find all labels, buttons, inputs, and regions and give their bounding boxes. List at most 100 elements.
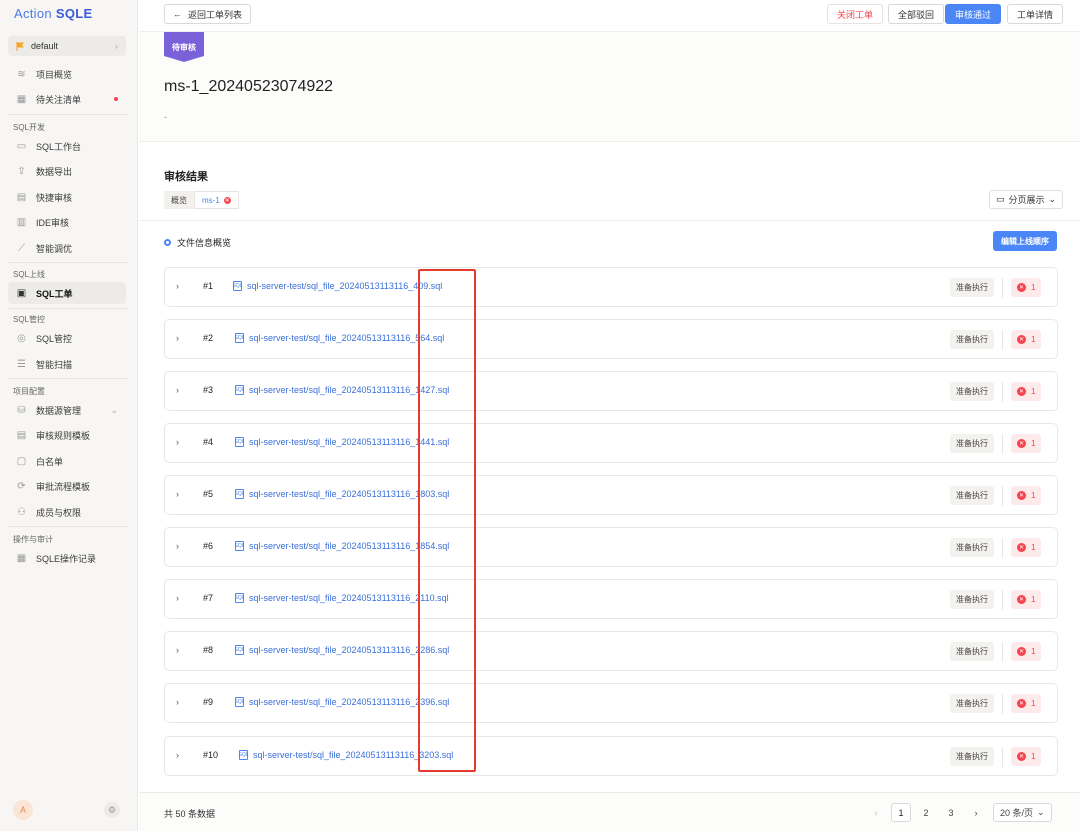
- table-row[interactable]: › #5 SQL sql-server-test/sql_file_202405131…: [164, 475, 1058, 515]
- error-count-badge[interactable]: ✕ 1: [1011, 382, 1042, 401]
- sidebar-item-sql-control[interactable]: ◎ SQL管控: [8, 327, 126, 349]
- error-x-icon: ✕: [1017, 491, 1026, 500]
- chevron-right-icon[interactable]: ›: [176, 697, 179, 707]
- sidebar-item-sql-workorder[interactable]: ▣ SQL工单: [8, 282, 126, 304]
- reject-all-button[interactable]: 全部驳回: [888, 4, 945, 24]
- sidebar-item-watchlist[interactable]: ▦ 待关注清单: [8, 88, 126, 110]
- table-row[interactable]: › #8 SQL sql-server-test/sql_file_202405131…: [164, 631, 1058, 671]
- status-badge: 准备执行: [950, 434, 994, 453]
- divider: [1002, 642, 1003, 662]
- row-number: #3: [203, 385, 214, 395]
- divider: [8, 526, 128, 527]
- sql-file-icon: SQL: [234, 697, 245, 707]
- error-count-badge[interactable]: ✕ 1: [1011, 747, 1042, 766]
- sidebar-item-whitelist[interactable]: ▢ 白名单: [8, 450, 126, 472]
- approve-button[interactable]: 审核通过: [945, 4, 1002, 24]
- chevron-right-icon[interactable]: ›: [176, 541, 179, 551]
- chevron-right-icon[interactable]: ›: [176, 385, 179, 395]
- app-logo[interactable]: Action SQLE: [14, 6, 92, 21]
- page-2-button[interactable]: 2: [916, 803, 936, 822]
- table-row[interactable]: › #2 SQL sql-server-test/sql_file_202405131…: [164, 319, 1058, 359]
- grid-icon: ▥: [16, 216, 27, 228]
- project-selector[interactable]: default ›: [8, 36, 126, 56]
- status-badge: 准备执行: [950, 694, 994, 713]
- chevron-right-icon[interactable]: ›: [176, 333, 179, 343]
- result-tabs: 概览 ms-1 ✕: [164, 191, 239, 209]
- sql-file-icon: SQL: [234, 541, 245, 551]
- error-x-icon: ✕: [1017, 439, 1026, 448]
- error-count-badge[interactable]: ✕ 1: [1011, 330, 1042, 349]
- error-count-badge[interactable]: ✕ 1: [1011, 538, 1042, 557]
- sidebar-item-data-export[interactable]: ⇪ 数据导出: [8, 160, 126, 182]
- close-workorder-button[interactable]: 关闭工单: [827, 4, 884, 24]
- divider: [1002, 590, 1003, 610]
- sidebar-item-quick-audit[interactable]: ▤ 快捷审核: [8, 186, 126, 208]
- divider: [139, 220, 1080, 221]
- avatar[interactable]: A: [13, 800, 33, 820]
- highlight-box: [418, 269, 476, 772]
- status-badge: 准备执行: [950, 642, 994, 661]
- error-count-badge[interactable]: ✕ 1: [1011, 486, 1042, 505]
- sidebar-item-datasource[interactable]: ⛁ 数据源管理 ⌄: [8, 399, 126, 421]
- workorder-detail-button[interactable]: 工单详情: [1007, 4, 1064, 24]
- chevron-right-icon[interactable]: ›: [176, 437, 179, 447]
- error-count-badge[interactable]: ✕ 1: [1011, 694, 1042, 713]
- divider: [1002, 538, 1003, 558]
- divider: [1002, 382, 1003, 402]
- sidebar-item-sql-workbench[interactable]: ▭ SQL工作台: [8, 135, 126, 157]
- file-link[interactable]: SQL sql-server-test/sql_file_202405131131…: [233, 281, 442, 291]
- back-to-list-button[interactable]: ← 返回工单列表: [164, 4, 252, 24]
- error-count-badge[interactable]: ✕ 1: [1011, 590, 1042, 609]
- sql-file-icon: SQL: [234, 593, 245, 603]
- error-count-badge[interactable]: ✕ 1: [1011, 434, 1042, 453]
- file-link[interactable]: SQL sql-server-test/sql_file_202405131131…: [235, 593, 449, 603]
- paging-mode-select[interactable]: ▭ 分页展示 ⌄: [989, 190, 1064, 209]
- page-3-button[interactable]: 3: [941, 803, 961, 822]
- table-row[interactable]: › #9 SQL sql-server-test/sql_file_202405131…: [164, 683, 1058, 723]
- chevron-right-icon[interactable]: ›: [176, 645, 179, 655]
- page-1-button[interactable]: 1: [891, 803, 911, 822]
- table-row[interactable]: › #7 SQL sql-server-test/sql_file_202405131…: [164, 579, 1058, 619]
- table-row[interactable]: › #4 SQL sql-server-test/sql_file_202405131…: [164, 423, 1058, 463]
- chevron-right-icon[interactable]: ›: [176, 750, 179, 760]
- sidebar-item-members[interactable]: ⚇ 成员与权限: [8, 501, 126, 523]
- table-row[interactable]: › #3 SQL sql-server-test/sql_file_202405131…: [164, 371, 1058, 411]
- gear-icon[interactable]: ⚙: [104, 802, 120, 818]
- edit-release-order-button[interactable]: 编辑上线顺序: [993, 231, 1057, 251]
- sql-file-icon: SQL: [234, 489, 245, 499]
- sidebar-item-op-log[interactable]: ▦ SQLE操作记录: [8, 547, 126, 569]
- row-number: #1: [203, 281, 214, 291]
- next-page-button[interactable]: ›: [966, 803, 986, 822]
- page-size-select[interactable]: 20 条/页 ⌄: [993, 803, 1052, 822]
- tab-overview[interactable]: 概览: [164, 191, 194, 209]
- flag-icon: [16, 41, 25, 51]
- table-row[interactable]: › #1 SQL sql-server-test/sql_file_202405131…: [164, 267, 1058, 307]
- sidebar-item-overview[interactable]: ≋ 项目概览: [8, 63, 126, 85]
- table-row[interactable]: › #6 SQL sql-server-test/sql_file_202405131…: [164, 527, 1058, 567]
- status-badge: 准备执行: [950, 486, 994, 505]
- error-count-badge[interactable]: ✕ 1: [1011, 642, 1042, 661]
- chevron-right-icon[interactable]: ›: [176, 593, 179, 603]
- status-badge: 准备执行: [950, 590, 994, 609]
- sidebar-item-ide-audit[interactable]: ▥ IDE审核: [8, 211, 126, 233]
- arrow-left-icon: ←: [173, 9, 182, 19]
- sidebar-item-smart-scan[interactable]: ☰ 智能扫描: [8, 353, 126, 375]
- tab-ms-1[interactable]: ms-1 ✕: [194, 191, 239, 209]
- status-badge: 准备执行: [950, 330, 994, 349]
- sidebar-item-rule-template[interactable]: ▤ 审核规则模板: [8, 424, 126, 446]
- sidebar-item-smart-tuning[interactable]: ⟋ 智能调优: [8, 237, 126, 259]
- file-info-heading: 文件信息概览: [164, 236, 231, 249]
- chevron-right-icon[interactable]: ›: [176, 281, 179, 291]
- sidebar-item-approval-flow[interactable]: ⟳ 审批流程模板: [8, 475, 126, 497]
- group-label-control: SQL管控: [13, 315, 46, 324]
- checklist-icon: ▦: [16, 93, 27, 105]
- chevron-right-icon[interactable]: ›: [176, 489, 179, 499]
- prev-page-button[interactable]: ‹: [866, 803, 886, 822]
- file-link[interactable]: SQL sql-server-test/sql_file_202405131131…: [235, 333, 444, 343]
- status-badge: 准备执行: [950, 382, 994, 401]
- export-icon: ⇪: [17, 165, 26, 177]
- table-row[interactable]: › #10 SQL sql-server-test/sql_file_20240513…: [164, 736, 1058, 776]
- error-count-badge[interactable]: ✕ 1: [1011, 278, 1042, 297]
- divider: [8, 114, 128, 115]
- radio-dot-icon: [164, 239, 171, 246]
